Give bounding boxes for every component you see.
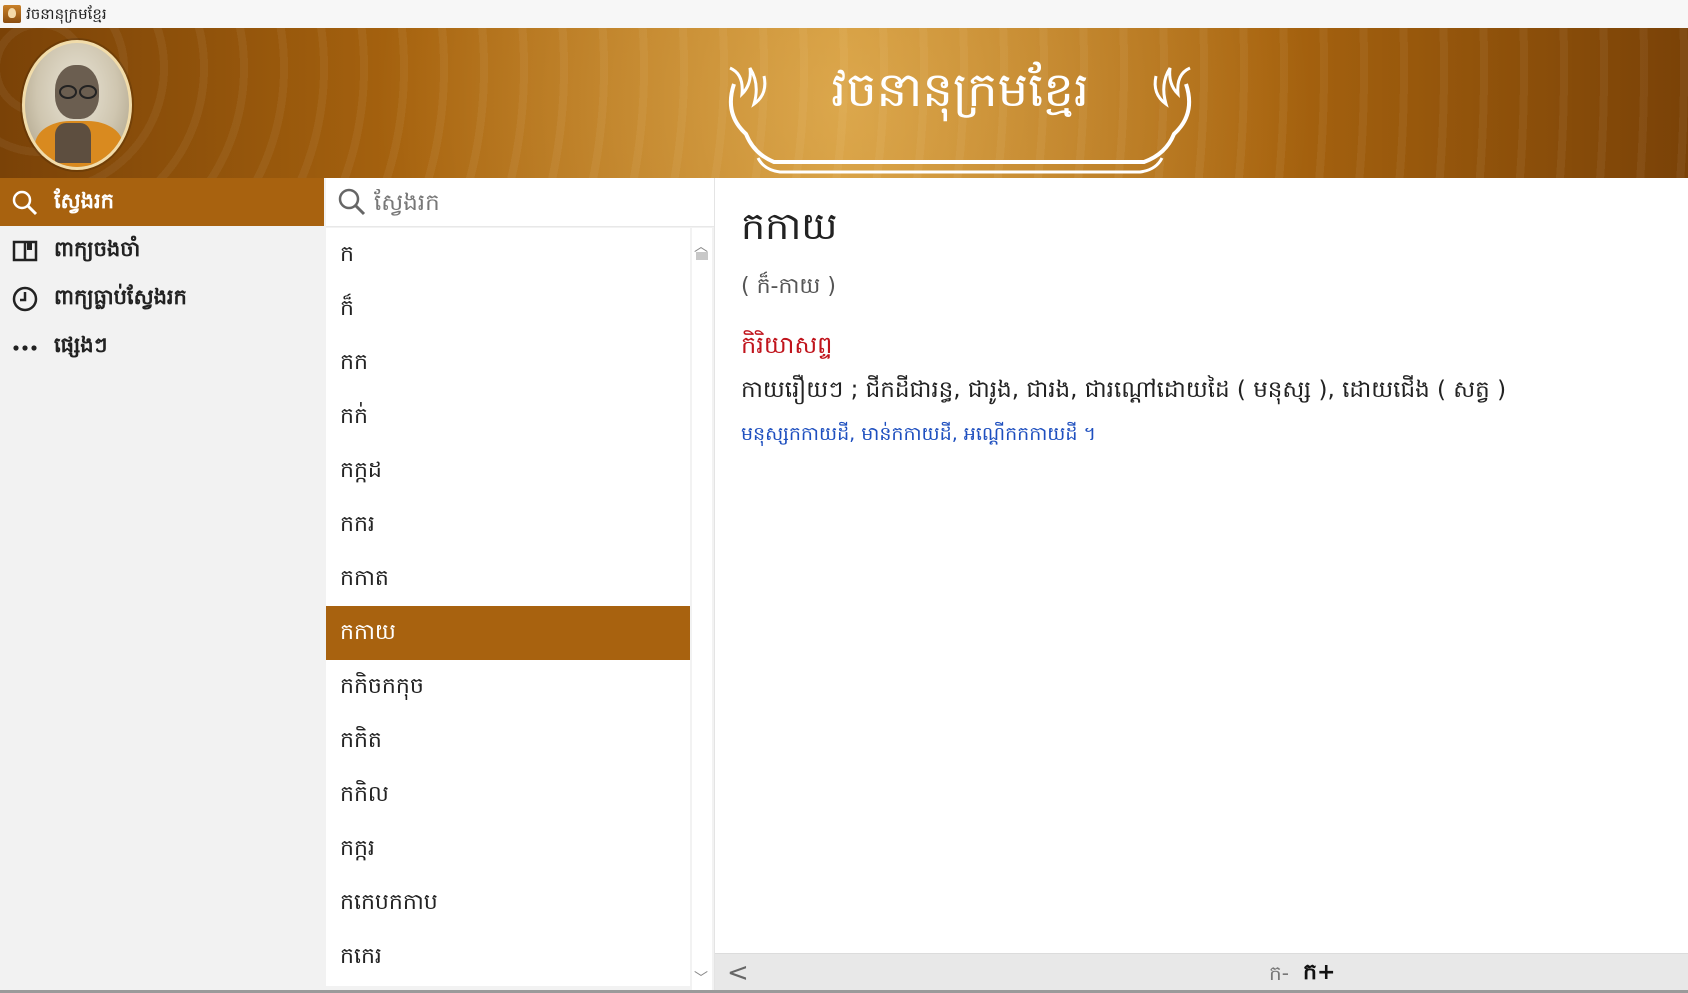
word-list-item[interactable]: កក្កដ <box>326 444 690 498</box>
entry-headword: កកាយ <box>741 204 838 248</box>
word-list-item[interactable]: កក្ករ <box>326 822 690 876</box>
search-icon <box>338 188 366 216</box>
detail-footer: < ក- ក+ <box>715 953 1688 991</box>
window-title: វចនានុក្រមខ្មែរ <box>26 5 107 23</box>
sidebar-item-bookmarks[interactable]: ពាក្យចងចាំ <box>0 226 324 274</box>
banner-title-text: វចនានុក្រមខ្មែរ <box>830 62 1090 118</box>
clock-icon <box>12 286 38 312</box>
search-input[interactable] <box>372 186 696 220</box>
word-list-item[interactable]: ក៏ <box>326 282 690 336</box>
word-list-item[interactable]: កក <box>326 336 690 390</box>
title-bar: វចនានុក្រមខ្មែរ <box>0 0 1688 29</box>
sidebar-item-label: ពាក្យធ្លាប់ស្វែងរក <box>54 285 187 309</box>
entry-pronunciation: ( ក៏-កាយ ) <box>741 274 836 299</box>
search-bar <box>326 178 714 227</box>
word-list-item[interactable]: កកិត <box>326 714 690 768</box>
word-list-scrollbar[interactable]: ︿ ﹀ <box>692 228 712 990</box>
word-list-item[interactable]: កកេបកកាប <box>326 876 690 930</box>
sidebar-item-label: ផ្សេងៗ <box>54 333 108 357</box>
word-list-item[interactable]: កករ <box>326 498 690 552</box>
word-list-item[interactable]: កកិចកកុច <box>326 660 690 714</box>
sidebar-item-label: ពាក្យចងចាំ <box>54 237 141 261</box>
entry-definition: កាយរឿយៗ ; ជីកដីជារន្ធ, ជារូង, ជារង, ជារណ… <box>741 377 1507 403</box>
header-banner: វចនានុក្រមខ្មែរ <box>0 28 1688 178</box>
scroll-down-icon[interactable]: ﹀ <box>694 968 708 988</box>
word-list-item-selected[interactable]: កកាយ <box>326 606 690 660</box>
word-list-item[interactable]: កក់ <box>326 390 690 444</box>
back-chevron-icon[interactable]: < <box>727 958 749 988</box>
entry-part-of-speech: កិរិយាសព្ទ <box>741 331 833 359</box>
font-increase-button[interactable]: ក+ <box>1303 958 1335 990</box>
banner-title-frame: វចនានុក្រមខ្មែរ <box>724 54 1196 180</box>
more-icon <box>13 345 37 351</box>
entry-example: មនុស្សកកាយដី, មាន់កកាយដី, អណ្ដើកកកាយដី ។ <box>741 423 1096 445</box>
monk-portrait <box>22 40 132 170</box>
book-icon <box>12 240 38 262</box>
sidebar-item-search[interactable]: ស្វែងរក <box>0 178 324 226</box>
sidebar-item-label: ស្វែងរក <box>54 189 114 213</box>
word-list: ក ក៏ កក កក់ កក្កដ កករ កកាត កកាយ កកិចកកុច… <box>326 228 690 986</box>
entry-detail-pane: កកាយ ( ក៏-កាយ ) កិរិយាសព្ទ កាយរឿយៗ ; ជីក… <box>715 178 1688 953</box>
search-icon <box>12 190 38 216</box>
word-list-item[interactable]: ក <box>326 228 690 282</box>
sidebar: ស្វែងរក ពាក្យចងចាំ ពាក្យធ្លាប់ស្វែងរក ផ្… <box>0 178 324 990</box>
font-decrease-button[interactable]: ក- <box>1269 960 1289 990</box>
word-list-item[interactable]: កកិល <box>326 768 690 822</box>
sidebar-item-more[interactable]: ផ្សេងៗ <box>0 322 324 370</box>
sidebar-item-history[interactable]: ពាក្យធ្លាប់ស្វែងរក <box>0 274 324 322</box>
app-icon <box>3 5 21 23</box>
word-list-item[interactable]: កកាត <box>326 552 690 606</box>
scrollbar-thumb[interactable] <box>696 252 708 260</box>
word-list-item[interactable]: កកេរ <box>326 930 690 984</box>
